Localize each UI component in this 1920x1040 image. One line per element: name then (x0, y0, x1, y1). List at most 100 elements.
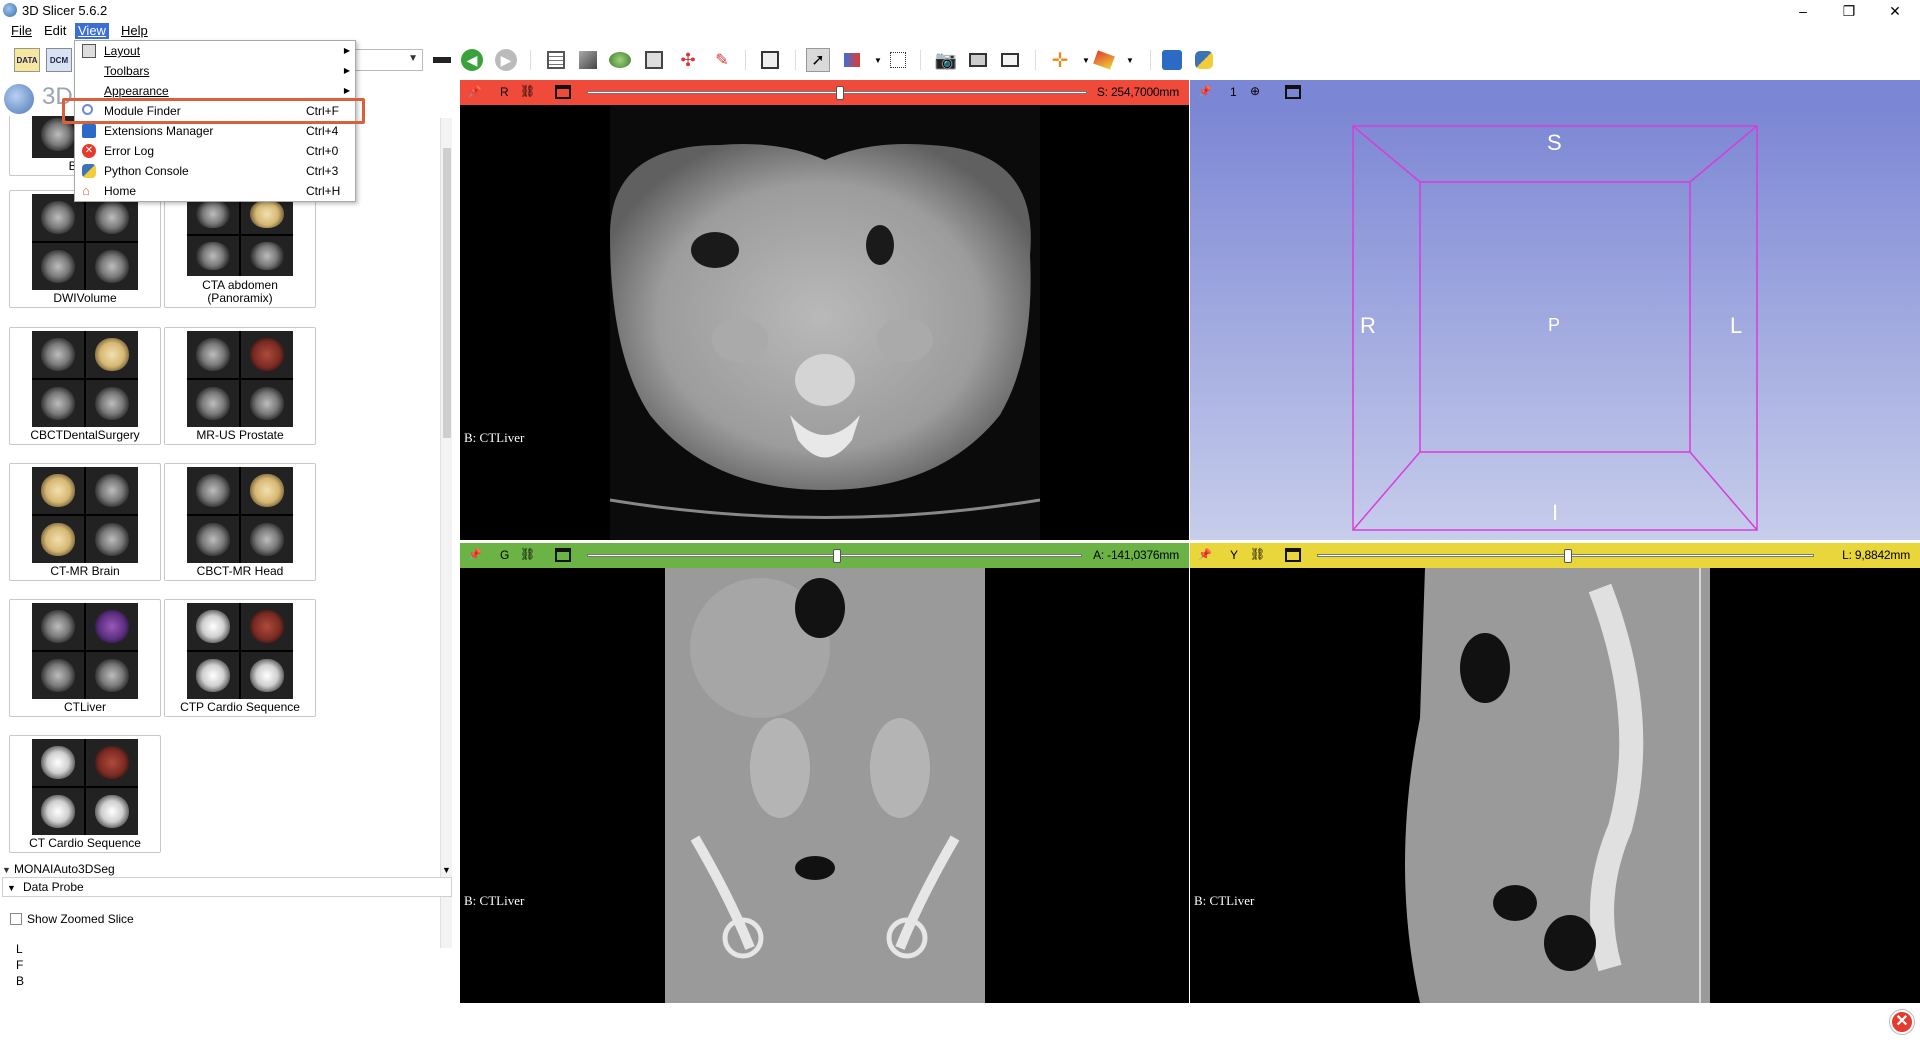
yellow-slice-viewer[interactable]: 📌 Y ⛓ L: 9,8842mm B: CTLiver (1190, 543, 1920, 1003)
menu-file[interactable]: File (8, 23, 35, 39)
scale-icon[interactable] (886, 48, 910, 72)
close-button[interactable]: ✕ (1872, 0, 1918, 22)
models-module-icon[interactable] (608, 48, 632, 72)
green-view-volume-label: B: CTLiver (464, 893, 525, 908)
sample-tile-cta-abdomen[interactable]: CTA abdomen (Panoramix) (164, 190, 316, 308)
transforms-module-icon[interactable] (642, 48, 666, 72)
menu-item-extensions-manager[interactable]: Extensions Manager Ctrl+4 (76, 121, 354, 141)
error-log-status-icon[interactable]: ✕ (1890, 1010, 1914, 1034)
pin-icon[interactable]: 📌 (1198, 85, 1214, 99)
threed-view-controller: 📌 1 ⊕ (1190, 80, 1920, 105)
green-slice-viewer[interactable]: 📌 G ⛓ A: -141,0376mm B: CTLiver (460, 543, 1189, 1003)
red-slice-offset: S: 254,7000mm (1096, 85, 1179, 99)
chevron-down-icon[interactable]: ▼ (1118, 48, 1142, 72)
threed-viewer[interactable]: 📌 1 ⊕ S I R L P (1190, 80, 1920, 540)
markups-module-icon[interactable]: ✣ (676, 48, 700, 72)
sample-list-scrollbar[interactable] (440, 118, 452, 948)
menu-help-label: Help (121, 23, 148, 38)
axial-ct-image (609, 105, 1041, 540)
menu-file-label: File (11, 23, 32, 38)
forward-arrow-icon[interactable]: ▶ (494, 48, 518, 72)
yellow-view-volume-label: B: CTLiver (1194, 893, 1255, 908)
extensions-icon[interactable] (758, 48, 782, 72)
coronal-ct-image (665, 568, 985, 1003)
data-probe-header[interactable]: ▼ Data Probe (2, 877, 452, 897)
menu-edit[interactable]: Edit (41, 23, 69, 39)
menu-item-toolbars[interactable]: Toolbars ▶ (76, 61, 354, 81)
red-slice-viewer[interactable]: 📌 R ⛓ S: 254,7000mm B: CTLiver (460, 80, 1189, 540)
dicom-icon[interactable]: DCM (46, 48, 72, 72)
maximize-view-icon[interactable] (1285, 548, 1301, 562)
sample-thumbnail (187, 603, 293, 699)
scene-view-icon[interactable] (998, 48, 1022, 72)
place-markup-icon[interactable] (1092, 48, 1116, 72)
link-icon[interactable]: ⛓ (1250, 547, 1268, 563)
orientation-posterior: P (1548, 315, 1561, 335)
show-zoomed-slice-row[interactable]: Show Zoomed Slice (10, 912, 134, 926)
capture-views-icon[interactable] (966, 48, 990, 72)
pin-icon[interactable]: 📌 (1198, 548, 1214, 562)
menu-item-label: Layout (104, 44, 141, 58)
volumes-module-icon[interactable] (576, 48, 600, 72)
maximize-button[interactable]: ❐ (1826, 0, 1872, 22)
data-module-icon[interactable] (544, 48, 568, 72)
red-slice-slider[interactable] (587, 86, 1087, 100)
green-slice-slider[interactable] (587, 549, 1082, 563)
menu-item-python-console[interactable]: Python Console Ctrl+3 (76, 161, 354, 181)
green-view-letter: G (500, 548, 510, 562)
red-slice-image[interactable]: B: CTLiver (460, 105, 1189, 540)
sample-thumbnail (187, 331, 293, 427)
link-icon[interactable]: ⛓ (520, 84, 538, 100)
back-arrow-icon[interactable]: ◀ (460, 48, 484, 72)
sample-tile-ct-mr-brain[interactable]: CT-MR Brain (9, 463, 161, 581)
crosshair-view-icon[interactable] (840, 48, 864, 72)
green-slice-image[interactable]: B: CTLiver (460, 568, 1189, 1003)
extension-manager-icon[interactable] (1160, 48, 1184, 72)
link-icon[interactable]: ⛓ (520, 547, 538, 563)
menu-item-layout[interactable]: Layout ▶ (76, 41, 354, 61)
load-data-icon[interactable]: DATA (14, 48, 40, 72)
show-zoomed-slice-checkbox[interactable] (10, 913, 22, 925)
module-selector-combo[interactable]: ▼ (355, 49, 423, 71)
menu-edit-label: Edit (44, 23, 67, 38)
slider-handle[interactable] (1564, 549, 1572, 563)
threed-render-area[interactable]: S I R L P (1190, 105, 1920, 540)
menu-view[interactable]: View (75, 23, 109, 39)
menu-item-error-log[interactable]: ✕ Error Log Ctrl+0 (76, 141, 354, 161)
layout-bar-icon[interactable] (430, 48, 454, 72)
segment-editor-icon[interactable]: ✎ (710, 48, 734, 72)
sample-tile-cbct-dental[interactable]: CBCTDentalSurgery (9, 327, 161, 445)
pin-icon[interactable]: 📌 (468, 85, 484, 99)
sample-tile-dwivolume[interactable]: DWIVolume (9, 190, 161, 308)
menu-item-label: Home (104, 184, 137, 198)
dicom-label: DCM (49, 55, 69, 65)
maximize-view-icon[interactable] (1285, 85, 1301, 99)
scroll-down-icon[interactable]: ▼ (442, 860, 454, 878)
slider-handle[interactable] (833, 549, 841, 563)
sample-tile-ctliver[interactable]: CTLiver (9, 599, 161, 717)
maximize-view-icon[interactable] (555, 548, 571, 562)
sample-tile-ct-cardio[interactable]: CT Cardio Sequence (9, 735, 161, 853)
center-view-icon[interactable]: ⊕ (1250, 84, 1268, 100)
slider-handle[interactable] (836, 86, 844, 100)
maximize-view-icon[interactable] (555, 85, 571, 99)
sample-tile-mr-us-prostate[interactable]: MR-US Prostate (164, 327, 316, 445)
python-icon[interactable] (1192, 48, 1216, 72)
scrollbar-thumb[interactable] (443, 148, 451, 438)
sample-tile-ctp-cardio[interactable]: CTP Cardio Sequence (164, 599, 316, 717)
camera-icon[interactable]: 📷 (934, 48, 958, 72)
sample-tile-cbct-mr-head[interactable]: CBCT-MR Head (164, 463, 316, 581)
crosshair-icon[interactable]: ✛ (1048, 48, 1072, 72)
sample-label: CTA abdomen (Panoramix) (202, 278, 278, 305)
pin-icon[interactable]: 📌 (468, 548, 484, 562)
collapse-arrow-icon: ▼ (7, 883, 16, 893)
menu-help[interactable]: Help (118, 23, 151, 39)
monai-section-header[interactable]: ▼ MONAIAuto3DSeg (2, 860, 452, 878)
menu-item-home[interactable]: ⌂ Home Ctrl+H (76, 181, 354, 201)
chevron-down-icon: ▼ (408, 53, 418, 64)
pointer-mode-icon[interactable]: ➚ (806, 48, 830, 72)
sagittal-ct-image (1405, 568, 1710, 1003)
yellow-slice-slider[interactable] (1317, 549, 1814, 563)
yellow-slice-image[interactable]: B: CTLiver (1190, 568, 1920, 1003)
minimize-button[interactable]: – (1780, 0, 1826, 22)
